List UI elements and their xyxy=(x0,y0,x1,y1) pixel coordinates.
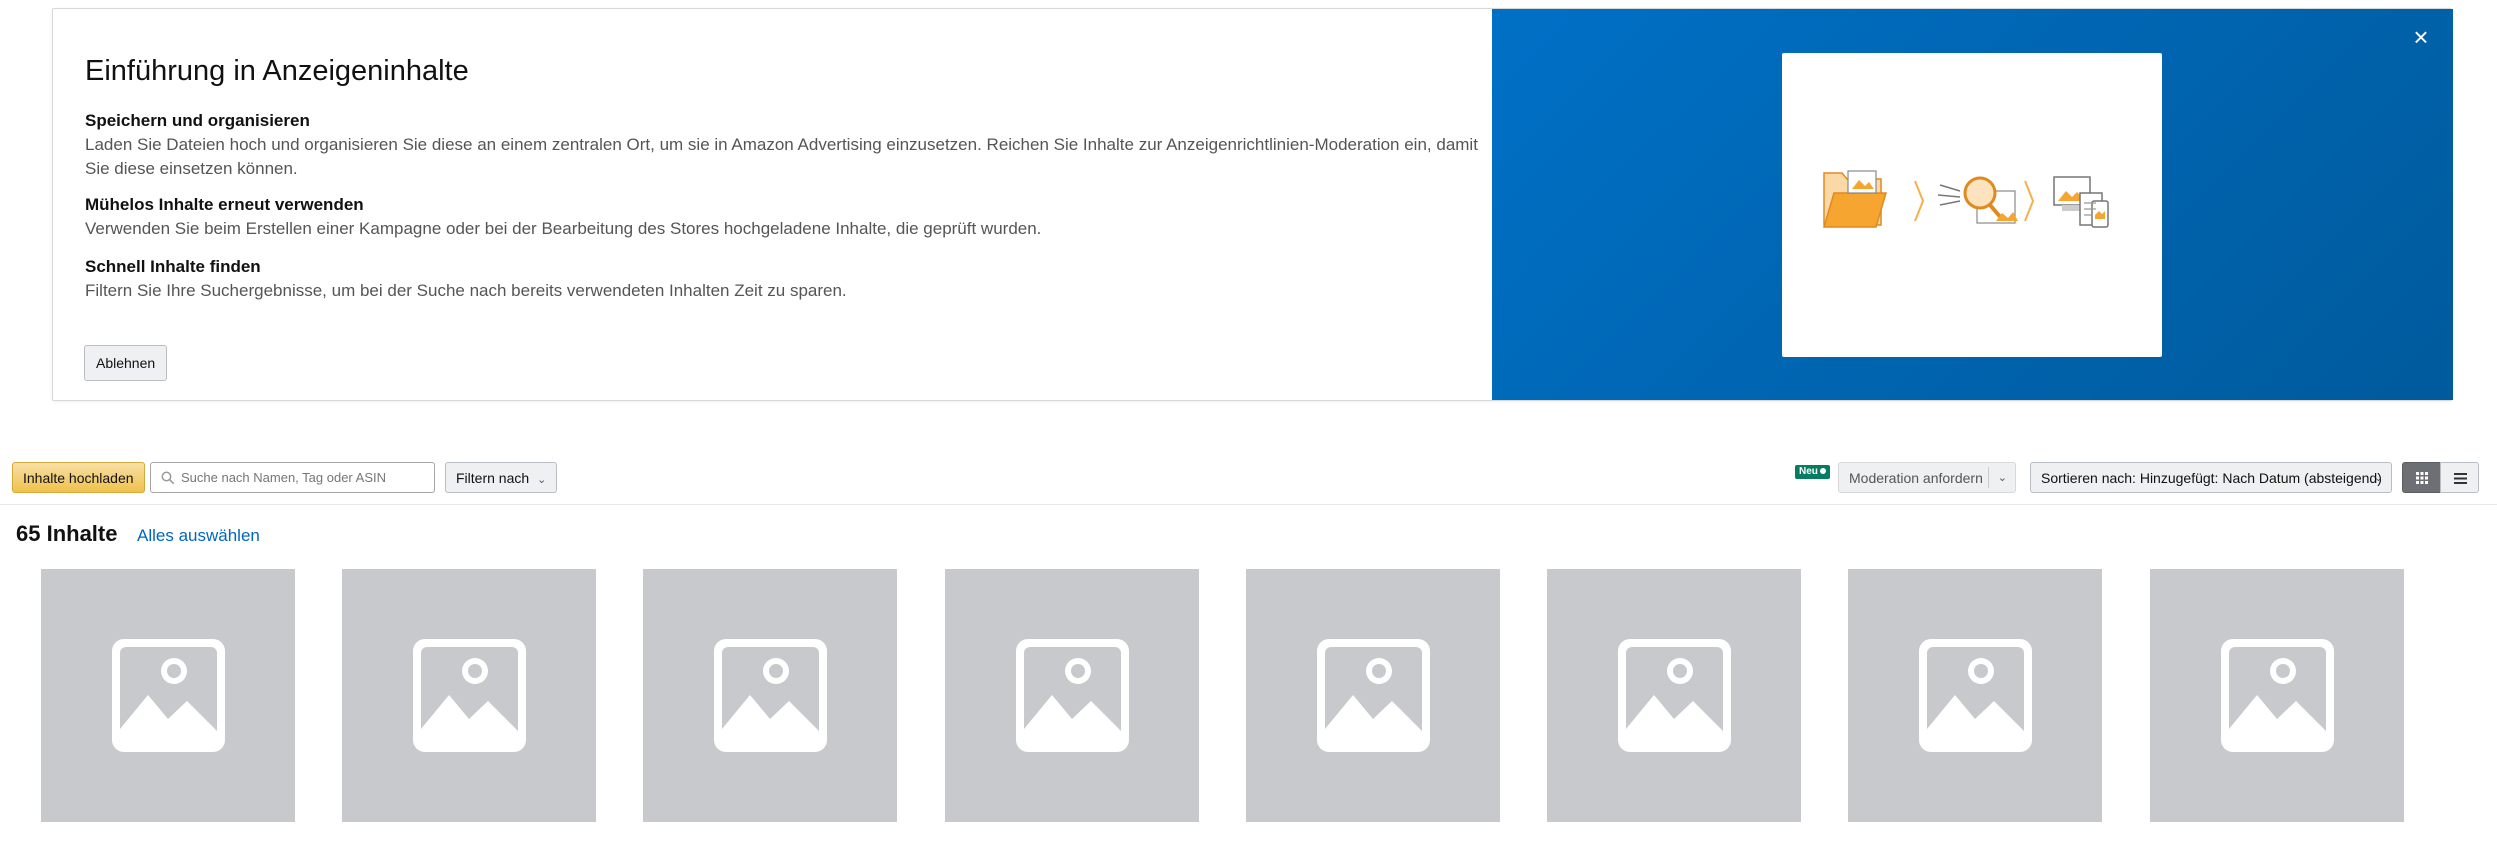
asset-tile[interactable] xyxy=(1848,569,2102,822)
image-placeholder-icon xyxy=(714,639,827,752)
intro-panel: Einführung in Anzeigeninhalte Speichern … xyxy=(52,8,2453,401)
chevron-down-icon: ⌄ xyxy=(2373,472,2383,484)
feature-heading: Schnell Inhalte finden xyxy=(85,257,261,276)
assets-toolbar: Inhalte hochladen Filtern nach ⌄ Neu Mode… xyxy=(0,455,2497,505)
feature-text: Filtern Sie Ihre Suchergebnisse, um bei … xyxy=(85,281,847,300)
feature-heading: Speichern und organisieren xyxy=(85,111,310,130)
moderation-label: Moderation anfordern xyxy=(1849,469,1983,486)
asset-tile[interactable] xyxy=(1246,569,1500,822)
asset-tile[interactable] xyxy=(41,569,295,822)
image-placeholder-icon xyxy=(413,639,526,752)
asset-count: 65 Inhalte xyxy=(16,521,118,546)
review-icon xyxy=(1937,176,2018,224)
feature-reuse: Mühelos Inhalte erneut verwenden Verwend… xyxy=(85,193,1485,241)
intro-text-area: Einführung in Anzeigeninhalte Speichern … xyxy=(53,9,1492,400)
grid-view-toggle[interactable] xyxy=(2402,462,2441,493)
upload-assets-button[interactable]: Inhalte hochladen xyxy=(12,462,145,493)
devices-icon xyxy=(2053,176,2109,228)
close-icon[interactable]: × xyxy=(2407,23,2435,51)
feature-text: Verwenden Sie beim Erstellen einer Kampa… xyxy=(85,219,1042,238)
list-icon xyxy=(2454,473,2467,484)
asset-tile[interactable] xyxy=(945,569,1199,822)
search-icon xyxy=(161,471,175,485)
intro-title: Einführung in Anzeigeninhalte xyxy=(85,55,469,87)
filter-dropdown[interactable]: Filtern nach ⌄ xyxy=(445,462,558,493)
search-input[interactable] xyxy=(181,463,431,492)
grid-icon xyxy=(2416,472,2428,484)
select-all-link[interactable]: Alles auswählen xyxy=(137,526,260,546)
request-moderation-button: Moderation anfordern ⌄ xyxy=(1838,462,2016,493)
image-placeholder-icon xyxy=(1016,639,1129,752)
sort-dropdown[interactable]: Sortieren nach: Hinzugefügt: Nach Datum … xyxy=(2030,462,2392,493)
feature-find: Schnell Inhalte finden Filtern Sie Ihre … xyxy=(85,255,1485,303)
image-placeholder-icon xyxy=(1919,639,2032,752)
asset-tile[interactable] xyxy=(643,569,897,822)
search-box xyxy=(150,462,435,493)
chevron-down-icon: ⌄ xyxy=(537,473,547,486)
image-placeholder-icon xyxy=(1618,639,1731,752)
chevron-down-icon: ⌄ xyxy=(1997,472,2007,484)
workflow-illustration xyxy=(1782,53,2162,357)
divider xyxy=(1988,467,1989,488)
filter-label: Filtern nach xyxy=(456,469,530,486)
intro-illustration-panel: × xyxy=(1492,9,2453,400)
image-placeholder-icon xyxy=(1317,639,1430,752)
list-view-toggle[interactable] xyxy=(2440,462,2479,493)
image-placeholder-icon xyxy=(2221,639,2334,752)
image-placeholder-icon xyxy=(112,639,225,752)
decline-button[interactable]: Ablehnen xyxy=(84,345,168,381)
sort-label: Sortieren nach: Hinzugefügt: Nach Datum … xyxy=(2041,469,2382,486)
new-badge: Neu xyxy=(1795,465,1830,479)
new-dot-icon xyxy=(1819,468,1826,474)
asset-tile[interactable] xyxy=(2150,569,2404,822)
feature-heading: Mühelos Inhalte erneut verwenden xyxy=(85,195,364,214)
folder-icon xyxy=(1822,170,1888,228)
feature-text: Laden Sie Dateien hoch und organisieren … xyxy=(85,135,1478,178)
feature-store-organize: Speichern und organisieren Laden Sie Dat… xyxy=(85,109,1485,181)
asset-tile[interactable] xyxy=(342,569,596,822)
new-badge-label: Neu xyxy=(1799,466,1818,477)
asset-tile[interactable] xyxy=(1547,569,1801,822)
